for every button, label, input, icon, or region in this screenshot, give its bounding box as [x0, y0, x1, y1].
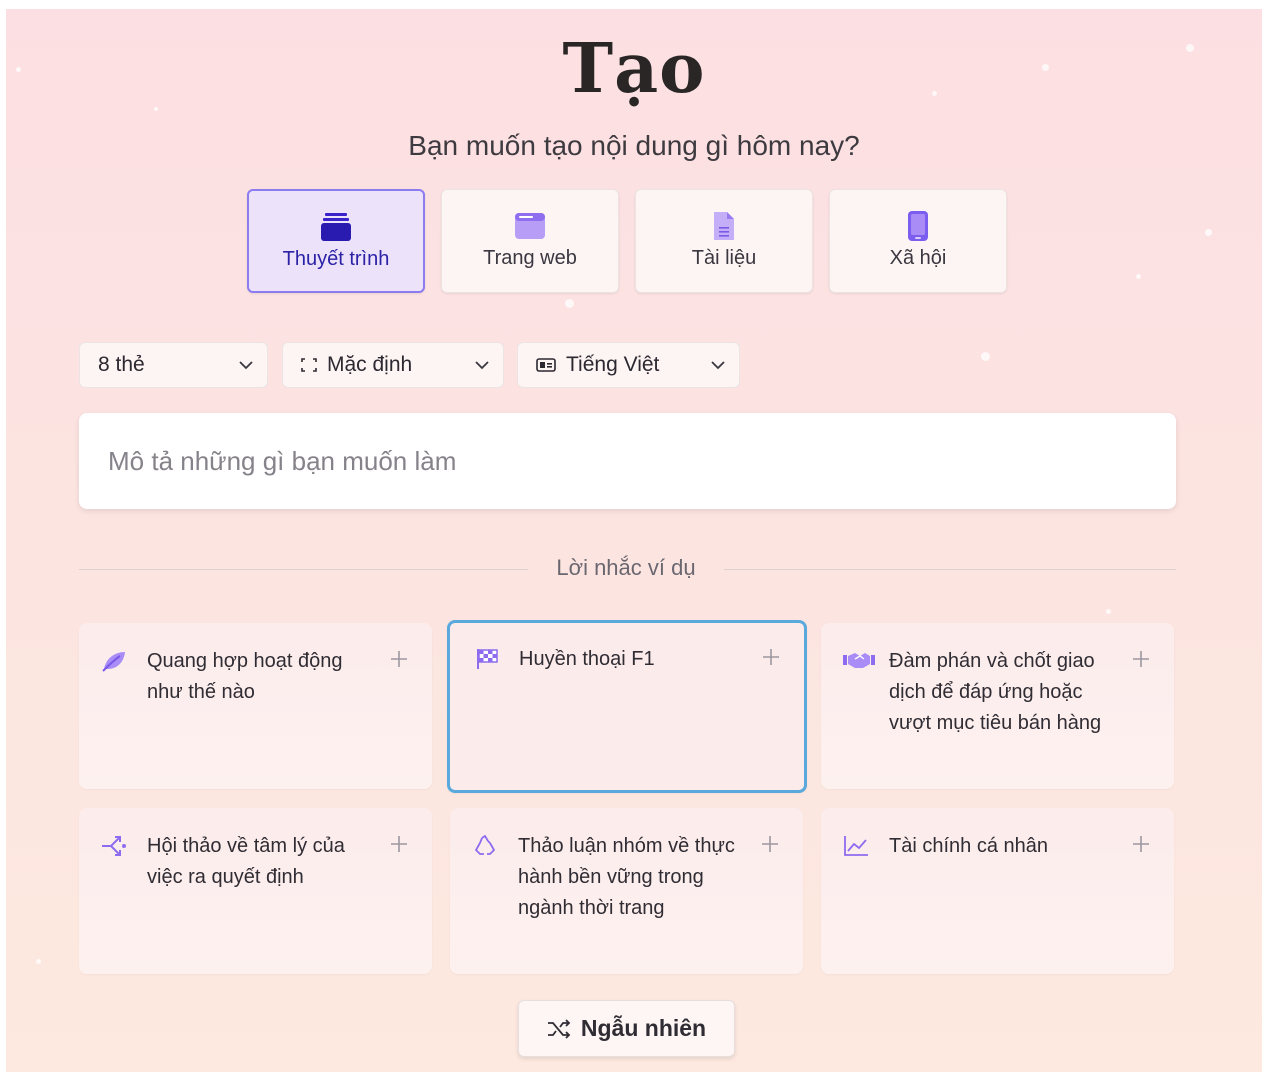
prompt-input[interactable] [108, 445, 1148, 477]
example-card[interactable]: Quang hợp hoạt động như thế nào [79, 623, 432, 789]
type-card-label: Thuyết trình [282, 248, 390, 270]
language-icon [536, 358, 556, 372]
aspect-select[interactable]: Mặc định [282, 342, 504, 388]
add-icon[interactable] [761, 835, 779, 853]
aspect-value: Mặc định [327, 353, 413, 376]
chevron-down-icon [475, 360, 489, 370]
divider-right [724, 569, 1176, 570]
type-card-webpage[interactable]: Trang web [441, 189, 619, 293]
divider-left [79, 569, 528, 570]
example-card[interactable]: Tài chính cá nhân [821, 808, 1174, 974]
chevron-down-icon [711, 360, 725, 370]
type-card-document[interactable]: Tài liệu [635, 189, 813, 293]
chevron-down-icon [239, 360, 253, 370]
example-card[interactable]: Thảo luận nhóm về thực hành bền vững tro… [450, 808, 803, 974]
recycle-icon [472, 835, 498, 859]
expand-frame-icon [301, 358, 317, 372]
example-text: Thảo luận nhóm về thực hành bền vững tro… [518, 835, 735, 919]
page-subtitle: Bạn muốn tạo nội dung gì hôm nay? [408, 130, 860, 161]
example-text: Hội thảo về tâm lý của việc ra quyết địn… [147, 835, 345, 888]
language-value: Tiếng Việt [566, 353, 660, 376]
type-card-presentation[interactable]: Thuyết trình [247, 189, 425, 293]
card-count-select[interactable]: 8 thẻ [79, 342, 268, 388]
checkered-flag-icon [475, 648, 499, 670]
language-select[interactable]: Tiếng Việt [517, 342, 740, 388]
leaf-icon [101, 650, 127, 672]
add-icon[interactable] [390, 835, 408, 853]
shuffle-label: Ngẫu nhiên [580, 1015, 707, 1041]
example-card[interactable]: Đàm phán và chốt giao dịch để đáp ứng ho… [821, 623, 1174, 789]
add-icon[interactable] [762, 648, 780, 666]
prompt-box [79, 413, 1176, 509]
add-icon[interactable] [390, 650, 408, 668]
add-icon[interactable] [1132, 835, 1150, 853]
examples-heading: Lời nhắc ví dụ [556, 555, 696, 580]
create-page: Tạo Bạn muốn tạo nội dung gì hôm nay? Th… [6, 9, 1262, 1072]
page-title: Tạo [562, 29, 706, 109]
card-count-value: 8 thẻ [98, 353, 145, 376]
mobile-social-icon [907, 209, 929, 243]
shuffle-icon [547, 1018, 571, 1039]
document-icon [712, 209, 736, 243]
type-card-label: Trang web [483, 247, 577, 269]
example-text: Tài chính cá nhân [889, 835, 1048, 857]
shuffle-button[interactable]: Ngẫu nhiên [518, 1000, 735, 1057]
webpage-icon [514, 209, 546, 243]
example-text: Quang hợp hoạt động như thế nào [147, 650, 343, 703]
example-card[interactable]: Huyền thoại F1 [447, 620, 807, 793]
handshake-icon [843, 650, 875, 670]
example-text: Huyền thoại F1 [519, 648, 655, 670]
type-card-label: Tài liệu [691, 247, 757, 269]
presentation-icon [320, 210, 352, 244]
line-chart-icon [843, 835, 869, 857]
type-card-social[interactable]: Xã hội [829, 189, 1007, 293]
example-text: Đàm phán và chốt giao dịch để đáp ứng ho… [889, 650, 1102, 734]
type-card-label: Xã hội [889, 247, 947, 269]
branch-arrows-icon [101, 835, 127, 857]
example-card[interactable]: Hội thảo về tâm lý của việc ra quyết địn… [79, 808, 432, 974]
add-icon[interactable] [1132, 650, 1150, 668]
